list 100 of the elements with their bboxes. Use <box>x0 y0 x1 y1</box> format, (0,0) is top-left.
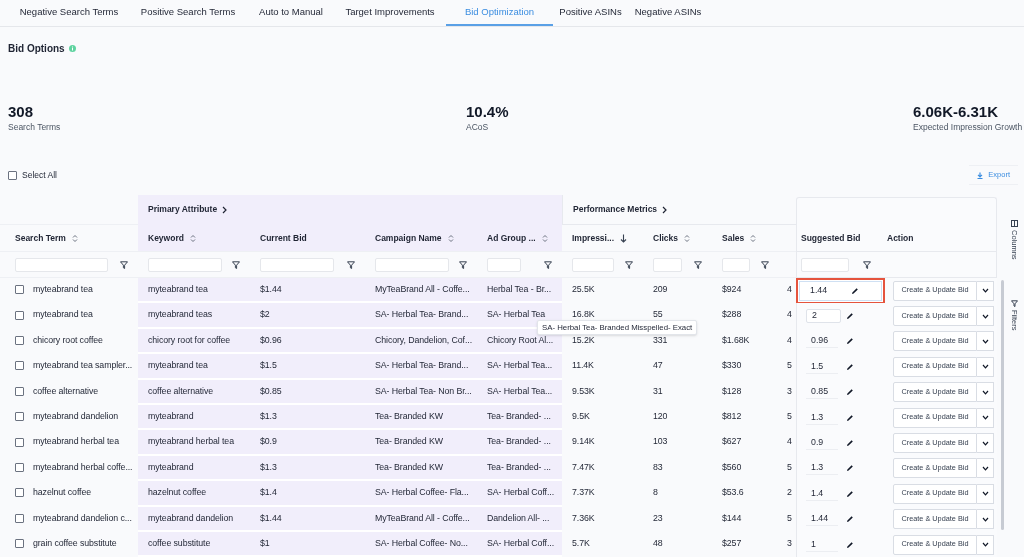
bid-input-field[interactable]: 1.5 <box>806 359 838 374</box>
table-cell: Dandelion All- ... <box>487 511 550 525</box>
filter-input[interactable] <box>148 257 222 272</box>
filter-input[interactable] <box>260 257 334 272</box>
filter-icon[interactable] <box>544 260 552 269</box>
bid-input-field[interactable]: 1.4 <box>806 486 838 501</box>
checkbox[interactable] <box>15 285 24 295</box>
filter-input[interactable] <box>572 257 614 272</box>
table-cell-text: $1.68K <box>722 333 750 347</box>
table-cell: myteabrand tea <box>33 283 93 297</box>
table-cell: $1.4 <box>260 486 277 500</box>
checkbox[interactable] <box>15 513 24 523</box>
dropdown-button[interactable] <box>977 483 994 504</box>
dropdown-button[interactable] <box>977 433 994 454</box>
pencil-icon[interactable] <box>846 388 854 397</box>
column-header[interactable]: Sales <box>722 231 745 245</box>
filter-icon[interactable] <box>863 260 871 269</box>
table-cell: Tea- Branded- ... <box>487 460 551 474</box>
filter-input[interactable] <box>722 257 750 272</box>
bid-input-field[interactable]: 1.44 <box>806 512 838 527</box>
checkbox[interactable] <box>15 462 24 472</box>
tab[interactable]: Auto to Manual <box>248 0 334 26</box>
checkbox[interactable] <box>15 412 24 422</box>
dropdown-button[interactable] <box>977 356 994 377</box>
table-cell: 4 <box>787 308 792 322</box>
tab[interactable]: Bid Optimization <box>446 0 553 26</box>
dropdown-button[interactable] <box>977 458 994 479</box>
tab[interactable]: Negative Search Terms <box>10 0 128 26</box>
filter-icon[interactable] <box>694 260 702 269</box>
dropdown-button[interactable] <box>977 407 994 428</box>
table-cell: 4 <box>787 283 792 297</box>
bid-input-field[interactable]: 1.3 <box>806 410 838 425</box>
checkbox[interactable] <box>15 539 24 549</box>
filter-input[interactable] <box>375 257 449 272</box>
pencil-icon[interactable] <box>846 337 854 346</box>
tab[interactable]: Negative ASINs <box>628 0 708 26</box>
bid-input-field[interactable]: 0.96 <box>806 334 838 349</box>
pencil-icon[interactable] <box>846 439 854 448</box>
table-cell: 11.4K <box>572 359 594 373</box>
bid-input-field[interactable]: 1 <box>806 537 838 552</box>
filter-input[interactable] <box>653 257 682 272</box>
dropdown-button[interactable] <box>977 306 994 327</box>
table-cell: myteabrand herbal coffe... <box>33 460 133 474</box>
column-header[interactable]: Search Term <box>15 231 66 245</box>
bid-input-field[interactable]: 0.9 <box>806 436 838 451</box>
dropdown-button[interactable] <box>977 382 994 403</box>
bid-input-field[interactable]: 1.3 <box>806 461 838 476</box>
bid-input-field[interactable]: 1.44 <box>796 277 885 304</box>
bid-input-field[interactable]: 0.85 <box>806 385 838 400</box>
filter-icon[interactable] <box>232 260 240 269</box>
checkbox[interactable] <box>15 488 24 498</box>
filter-icon[interactable] <box>120 260 128 269</box>
column-header[interactable]: Impressi... <box>572 231 615 245</box>
filter-icon[interactable] <box>761 260 769 269</box>
bid-input-field[interactable]: 2 <box>806 309 841 324</box>
table-cell: $1.44 <box>260 511 282 525</box>
column-header[interactable]: Action <box>887 231 914 245</box>
chevron-down-icon <box>981 364 989 370</box>
column-group-header[interactable]: Primary Attribute <box>148 203 218 216</box>
table-cell-text: 5.7K <box>572 537 590 550</box>
table-cell: coffee alternative <box>148 384 214 398</box>
tab[interactable]: Target Improvements <box>334 0 446 26</box>
checkbox[interactable] <box>15 335 24 345</box>
column-header[interactable]: Clicks <box>653 231 679 245</box>
table-cell: Tea- Branded KW <box>375 410 443 424</box>
filter-input[interactable] <box>801 257 849 272</box>
table-cell-text: Chicory Root Al... <box>487 333 554 347</box>
table-cell: myteabrand tea <box>148 359 208 373</box>
filter-icon[interactable] <box>347 260 355 269</box>
dropdown-button[interactable] <box>977 509 994 530</box>
pencil-icon[interactable] <box>846 464 854 473</box>
checkbox[interactable] <box>15 437 24 447</box>
dropdown-button[interactable] <box>977 534 994 555</box>
checkbox[interactable] <box>15 310 24 320</box>
filter-input[interactable] <box>487 257 521 272</box>
pencil-icon[interactable] <box>846 489 854 498</box>
filter-input[interactable] <box>15 257 108 272</box>
filter-icon[interactable] <box>459 260 467 269</box>
table-cell-text: SA- Herbal Coffee- No... <box>375 537 468 550</box>
checkbox[interactable] <box>15 386 24 396</box>
chevron-down-icon <box>981 491 989 497</box>
column-header[interactable]: Suggested Bid <box>801 231 861 245</box>
pencil-icon[interactable] <box>851 286 860 295</box>
pencil-icon[interactable] <box>846 312 854 321</box>
table-cell-text: $1 <box>260 537 270 550</box>
pencil-icon[interactable] <box>846 515 854 524</box>
dropdown-button[interactable] <box>977 331 994 352</box>
column-header[interactable]: Keyword <box>148 231 184 245</box>
tab[interactable]: Positive Search Terms <box>128 0 248 26</box>
scrollbar-thumb[interactable] <box>1001 280 1004 530</box>
pencil-icon[interactable] <box>846 413 854 422</box>
pencil-icon[interactable] <box>846 362 854 371</box>
checkbox[interactable] <box>8 170 17 180</box>
tab[interactable]: Positive ASINs <box>553 0 628 26</box>
filter-icon[interactable] <box>625 260 633 269</box>
pencil-icon[interactable] <box>846 540 854 549</box>
column-group-header[interactable]: Performance Metrics <box>573 203 658 216</box>
table-cell: $1.3 <box>260 460 277 474</box>
checkbox[interactable] <box>15 361 24 371</box>
dropdown-button[interactable] <box>977 280 994 301</box>
